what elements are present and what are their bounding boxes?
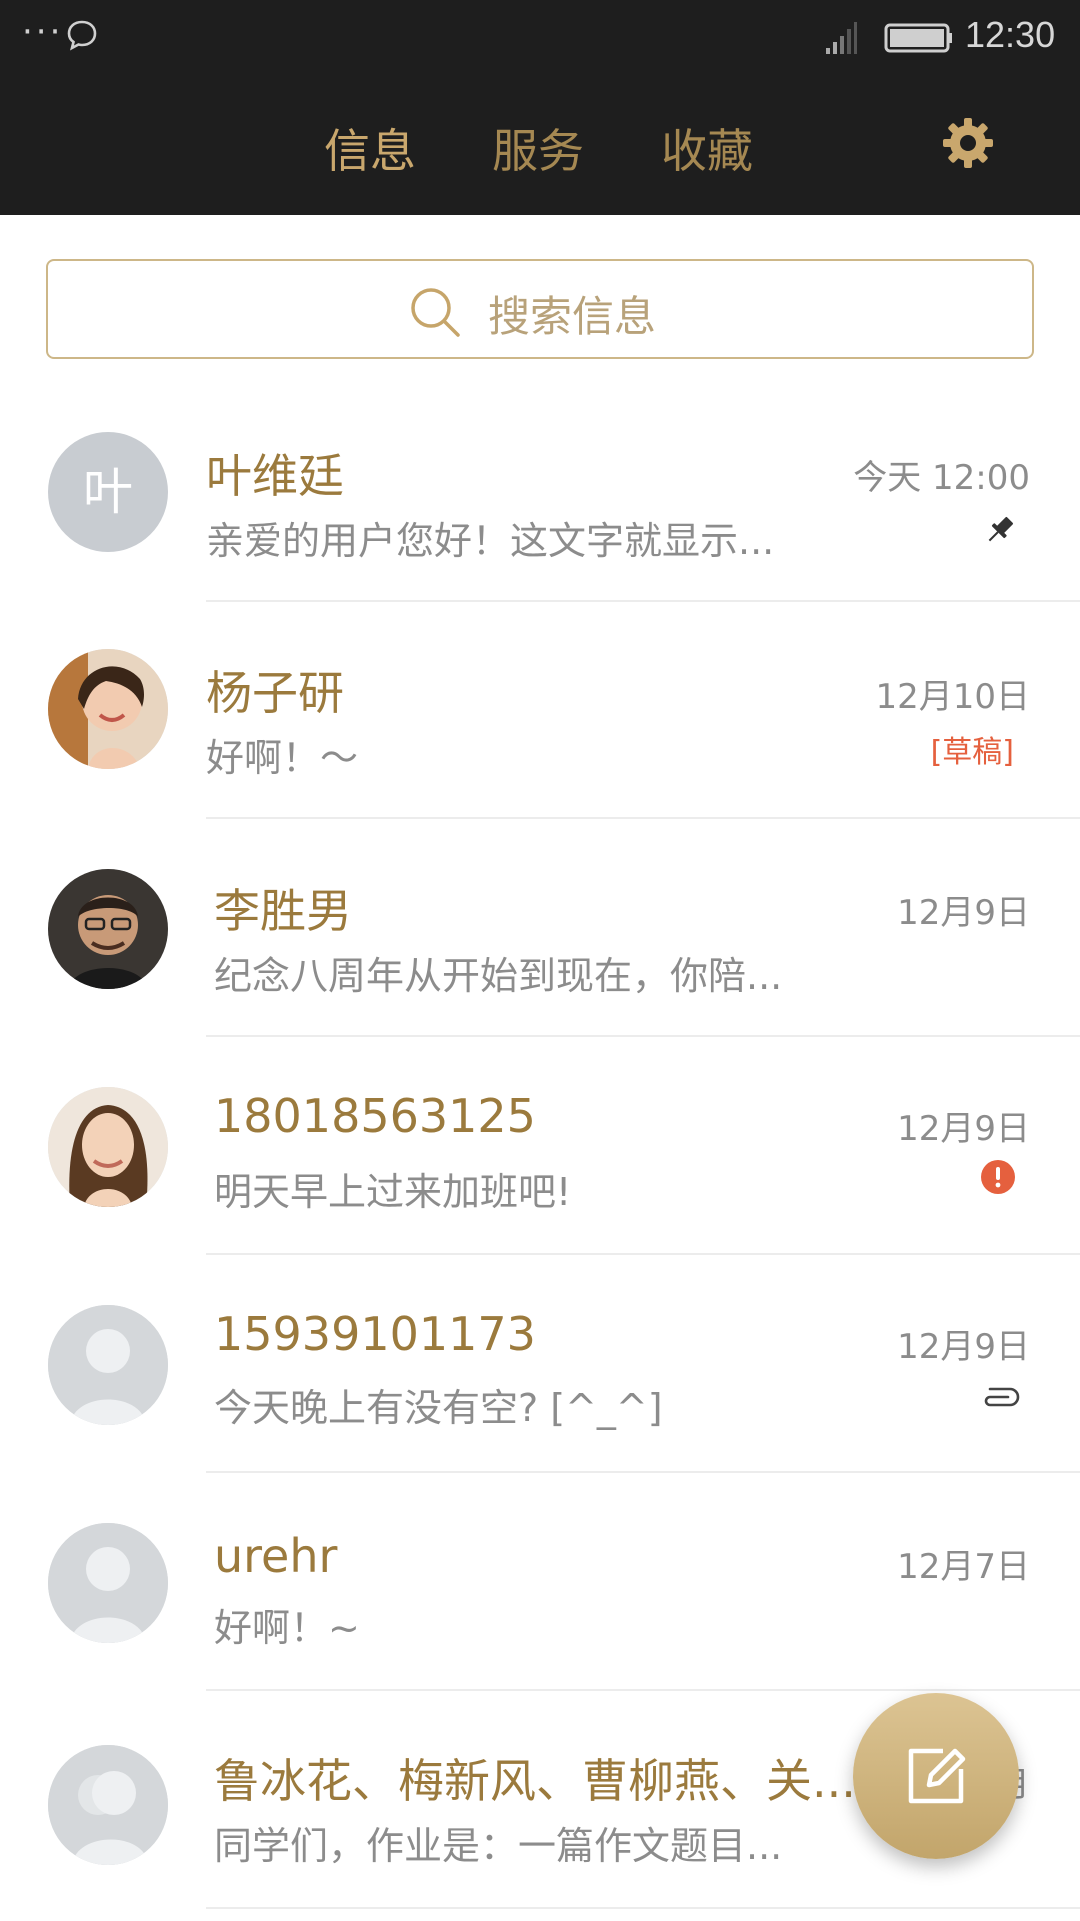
person-photo-icon	[48, 649, 168, 769]
message-preview: 好啊！~	[214, 1606, 360, 1650]
row-divider	[206, 1907, 1080, 1909]
search-bar[interactable]: 搜索信息	[46, 259, 1034, 359]
status-bar: ··· 12:30	[0, 0, 1080, 75]
default-avatar-icon	[48, 1523, 168, 1643]
contact-name: 15939101173	[214, 1307, 536, 1361]
pin-icon	[988, 516, 1014, 542]
contact-name: 李胜男	[214, 884, 352, 938]
message-date: 今天 12:00	[853, 458, 1030, 498]
contact-name: 叶维廷	[206, 449, 344, 503]
message-date: 12月9日	[897, 893, 1030, 933]
conversation-row[interactable]: 杨子研 12月10日 好啊！～ [草稿]	[0, 601, 1080, 819]
group-avatar-icon	[48, 1745, 168, 1865]
default-avatar-icon	[48, 1305, 168, 1425]
tab-favorites[interactable]: 收藏	[661, 115, 753, 181]
conversation-row[interactable]: 18018563125 12月9日 明天早上过来加班吧!	[0, 1035, 1080, 1255]
compose-icon	[908, 1748, 966, 1804]
contact-name: 18018563125	[214, 1089, 536, 1143]
message-preview: 好啊！～	[206, 736, 359, 780]
battery-icon	[884, 23, 952, 53]
person-photo-icon	[48, 869, 168, 989]
draft-label: [草稿]	[930, 735, 1014, 770]
avatar: 叶	[48, 432, 168, 552]
compose-button[interactable]	[853, 1693, 1019, 1859]
attachment-icon	[984, 1387, 1020, 1407]
message-date: 12月10日	[875, 677, 1030, 717]
avatar	[48, 1523, 168, 1643]
avatar	[48, 869, 168, 989]
message-date: 12月9日	[897, 1109, 1030, 1149]
alert-icon	[981, 1160, 1015, 1194]
person-photo-icon	[48, 1087, 168, 1207]
conversation-row[interactable]: 15939101173 12月9日 今天晚上有没有空? [^_^]	[0, 1253, 1080, 1473]
message-preview: 今天晚上有没有空? [^_^]	[214, 1386, 663, 1430]
search-placeholder: 搜索信息	[488, 292, 657, 341]
top-nav-bar: 信息 服务 收藏	[0, 75, 1080, 215]
chat-bubble-icon	[67, 20, 97, 51]
avatar	[48, 1087, 168, 1207]
search-icon	[411, 288, 460, 337]
message-date: 12月7日	[897, 1547, 1030, 1587]
message-preview: 同学们，作业是：一篇作文题目...	[214, 1824, 783, 1868]
conversation-row[interactable]: 李胜男 12月9日 纪念八周年从开始到现在，你陪...	[0, 817, 1080, 1037]
clock: 12:30	[965, 14, 1056, 55]
avatar	[48, 1305, 168, 1425]
avatar	[48, 1745, 168, 1865]
tab-messages[interactable]: 信息	[324, 115, 416, 181]
contact-name: urehr	[214, 1529, 338, 1583]
contact-name: 杨子研	[206, 666, 344, 720]
avatar-initial: 叶	[48, 432, 168, 552]
gear-icon[interactable]	[940, 115, 996, 171]
message-preview: 纪念八周年从开始到现在，你陪...	[214, 954, 783, 998]
tab-services[interactable]: 服务	[492, 115, 584, 181]
message-preview: 亲爱的用户您好！这文字就显示...	[206, 519, 775, 563]
message-date: 12月9日	[897, 1327, 1030, 1367]
avatar	[48, 649, 168, 769]
signal-icon	[826, 22, 857, 54]
message-preview: 明天早上过来加班吧!	[214, 1170, 572, 1214]
contact-name: 鲁冰花、梅新风、曹柳燕、关...	[214, 1754, 856, 1808]
conversation-row[interactable]: 叶 叶维廷 今天 12:00 亲爱的用户您好！这文字就显示...	[0, 382, 1080, 602]
conversation-row[interactable]: urehr 12月7日 好啊！~	[0, 1471, 1080, 1691]
more-dots-icon: ···	[22, 12, 64, 52]
